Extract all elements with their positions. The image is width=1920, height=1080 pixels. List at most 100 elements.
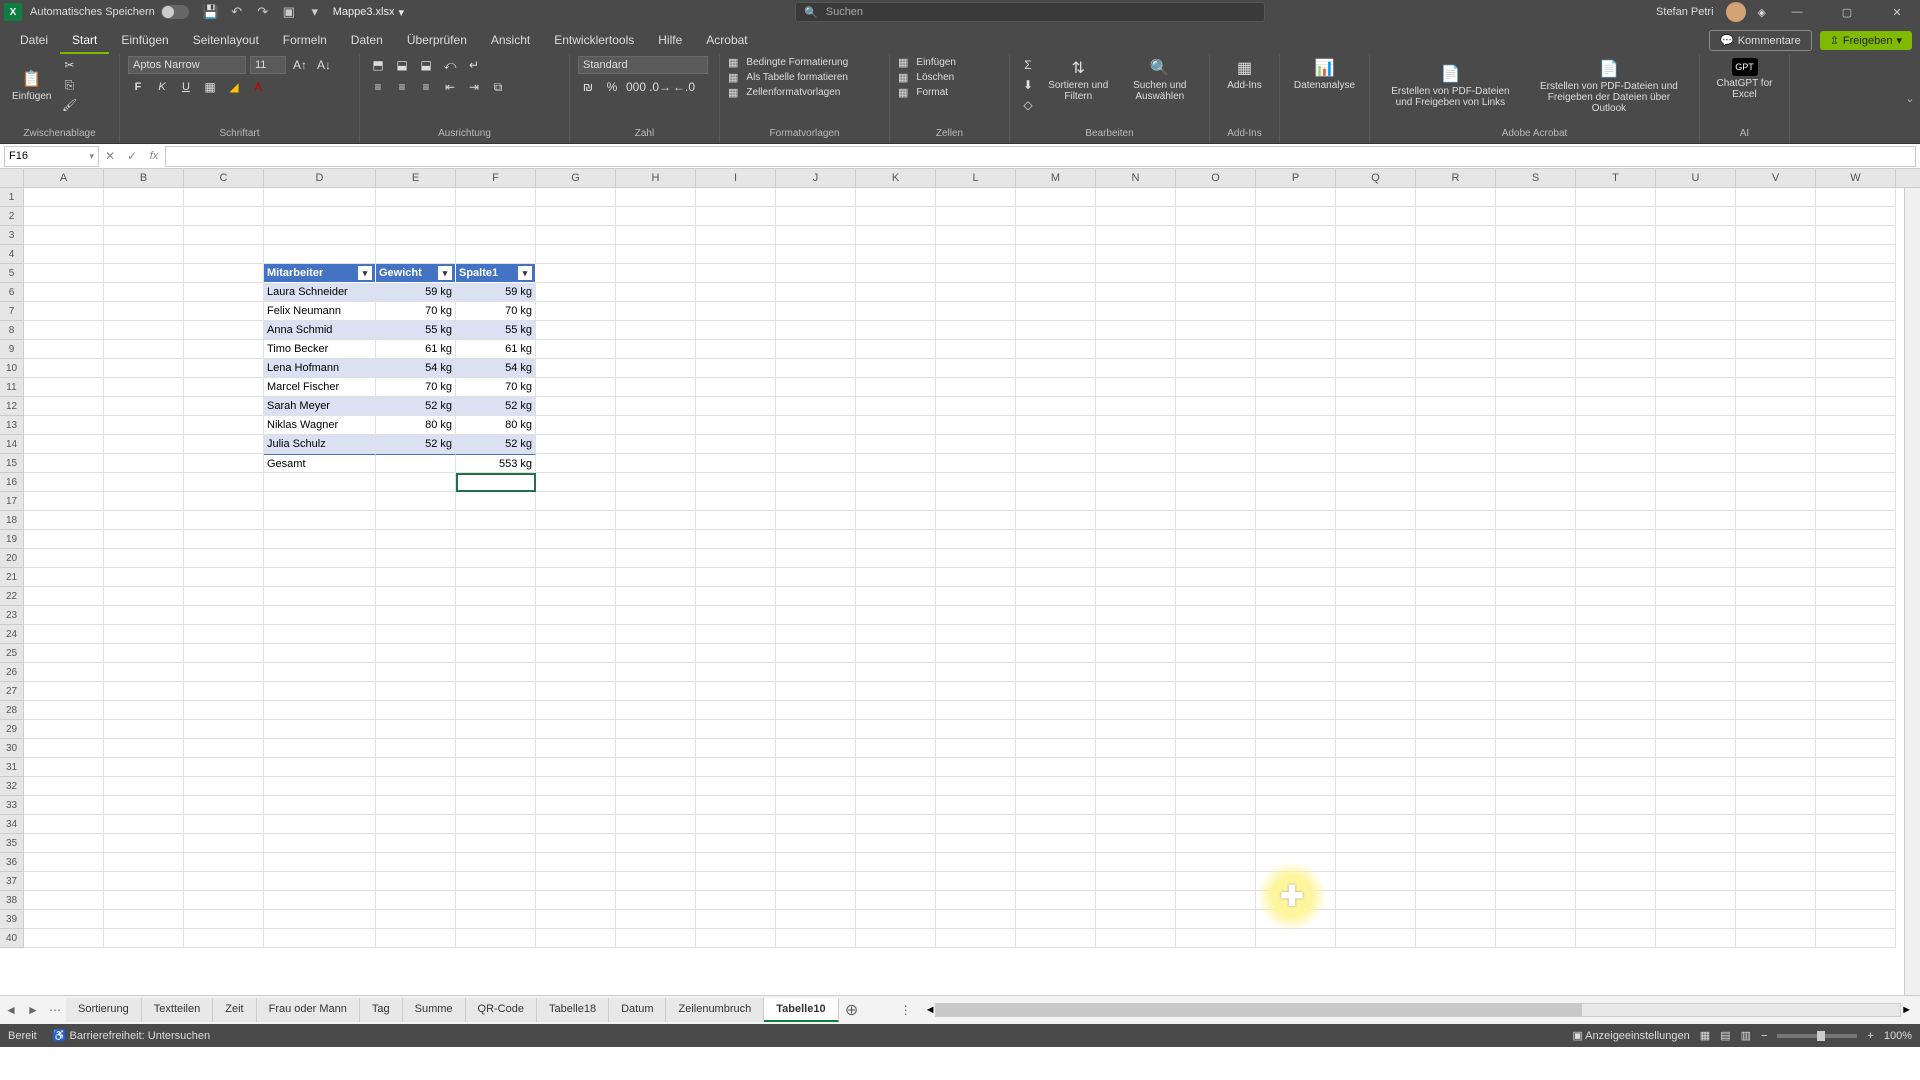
cell-W40[interactable] [1816,929,1896,948]
cell-J4[interactable] [776,245,856,264]
fill-color-icon[interactable]: ◢ [224,78,244,96]
cell-K7[interactable] [856,302,936,321]
cell-I21[interactable] [696,568,776,587]
cell-A12[interactable] [24,397,104,416]
cell-W8[interactable] [1816,321,1896,340]
cell-C20[interactable] [184,549,264,568]
cell-T31[interactable] [1576,758,1656,777]
cell-C2[interactable] [184,207,264,226]
cell-M30[interactable] [1016,739,1096,758]
cell-J17[interactable] [776,492,856,511]
accessibility-status[interactable]: ♿ Barrierefreiheit: Untersuchen [53,1029,210,1042]
cell-S6[interactable] [1496,283,1576,302]
cell-M9[interactable] [1016,340,1096,359]
cell-A5[interactable] [24,264,104,283]
cell-K11[interactable] [856,378,936,397]
cell-L21[interactable] [936,568,1016,587]
cell-S8[interactable] [1496,321,1576,340]
add-sheet-button[interactable]: ⊕ [839,1000,865,1020]
cell-D9[interactable]: Timo Becker [264,340,376,359]
cell-Q9[interactable] [1336,340,1416,359]
col-header-Q[interactable]: Q [1336,169,1416,187]
cell-S19[interactable] [1496,530,1576,549]
row-header[interactable]: 21 [0,568,24,587]
cell-L12[interactable] [936,397,1016,416]
cell-A11[interactable] [24,378,104,397]
cell-V22[interactable] [1736,587,1816,606]
cell-Q8[interactable] [1336,321,1416,340]
cell-Q3[interactable] [1336,226,1416,245]
cell-O7[interactable] [1176,302,1256,321]
cell-W9[interactable] [1816,340,1896,359]
cell-C17[interactable] [184,492,264,511]
user-name[interactable]: Stefan Petri [1656,6,1713,18]
cell-A23[interactable] [24,606,104,625]
cell-U8[interactable] [1656,321,1736,340]
cell-E22[interactable] [376,587,456,606]
cell-V4[interactable] [1736,245,1816,264]
cell-R26[interactable] [1416,663,1496,682]
cell-L31[interactable] [936,758,1016,777]
cell-N39[interactable] [1096,910,1176,929]
cell-I15[interactable] [696,454,776,473]
col-header-E[interactable]: E [376,169,456,187]
row-header[interactable]: 1 [0,188,24,207]
cell-P19[interactable] [1256,530,1336,549]
cell-O32[interactable] [1176,777,1256,796]
cell-B22[interactable] [104,587,184,606]
cell-J14[interactable] [776,435,856,454]
sheet-list-button[interactable]: ⋯ [44,1003,66,1017]
sheet-tab[interactable]: Tabelle18 [537,998,609,1022]
cell-M5[interactable] [1016,264,1096,283]
cell-Q34[interactable] [1336,815,1416,834]
cell-O23[interactable] [1176,606,1256,625]
cell-U21[interactable] [1656,568,1736,587]
addins-button[interactable]: ▦Add-Ins [1218,56,1271,93]
cell-A35[interactable] [24,834,104,853]
cell-J37[interactable] [776,872,856,891]
cell-M40[interactable] [1016,929,1096,948]
cell-N29[interactable] [1096,720,1176,739]
cell-Q37[interactable] [1336,872,1416,891]
cell-M36[interactable] [1016,853,1096,872]
cell-K28[interactable] [856,701,936,720]
row-header[interactable]: 9 [0,340,24,359]
cell-N11[interactable] [1096,378,1176,397]
cell-N21[interactable] [1096,568,1176,587]
cell-Q21[interactable] [1336,568,1416,587]
sheet-tab[interactable]: Zeit [213,998,256,1022]
cell-S34[interactable] [1496,815,1576,834]
cell-L40[interactable] [936,929,1016,948]
cell-K31[interactable] [856,758,936,777]
cell-J9[interactable] [776,340,856,359]
cell-K24[interactable] [856,625,936,644]
cell-J26[interactable] [776,663,856,682]
cell-G1[interactable] [536,188,616,207]
cell-M29[interactable] [1016,720,1096,739]
cell-S14[interactable] [1496,435,1576,454]
cell-S28[interactable] [1496,701,1576,720]
cell-S36[interactable] [1496,853,1576,872]
cell-O38[interactable] [1176,891,1256,910]
cell-H31[interactable] [616,758,696,777]
cell-V36[interactable] [1736,853,1816,872]
cell-U23[interactable] [1656,606,1736,625]
cell-T34[interactable] [1576,815,1656,834]
row-header[interactable]: 2 [0,207,24,226]
cell-A29[interactable] [24,720,104,739]
cell-D32[interactable] [264,777,376,796]
cell-J8[interactable] [776,321,856,340]
cell-C6[interactable] [184,283,264,302]
cell-B33[interactable] [104,796,184,815]
cell-H28[interactable] [616,701,696,720]
cell-H21[interactable] [616,568,696,587]
cell-Q17[interactable] [1336,492,1416,511]
cell-B9[interactable] [104,340,184,359]
cell-G23[interactable] [536,606,616,625]
cell-I8[interactable] [696,321,776,340]
cell-G38[interactable] [536,891,616,910]
cell-J7[interactable] [776,302,856,321]
cell-U6[interactable] [1656,283,1736,302]
cell-A7[interactable] [24,302,104,321]
cell-T27[interactable] [1576,682,1656,701]
